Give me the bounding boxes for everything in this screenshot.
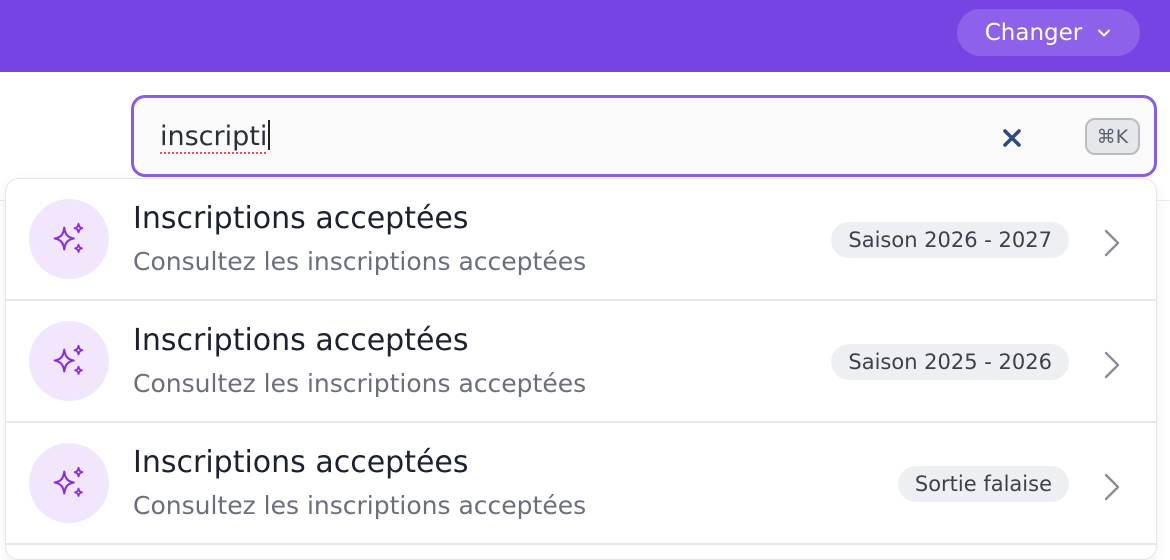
result-title: Inscriptions acceptées	[133, 323, 469, 358]
chevron-down-icon	[1098, 29, 1111, 36]
changer-button-label: Changer	[984, 19, 1083, 46]
close-icon[interactable]	[1000, 126, 1024, 150]
result-icon-circle	[29, 443, 109, 523]
result-item[interactable]: Inscriptions acceptées Consultez les ins…	[6, 179, 1156, 301]
result-subtitle: Consultez les inscriptions acceptées	[133, 491, 587, 520]
chevron-right-icon	[1104, 351, 1120, 379]
text-caret	[268, 120, 271, 150]
result-title: Inscriptions acceptées	[133, 201, 469, 236]
result-subtitle: Consultez les inscriptions acceptées	[133, 247, 587, 276]
result-title: Inscriptions acceptées	[133, 445, 469, 480]
season-badge: Saison 2025 - 2026	[831, 344, 1069, 380]
search-input[interactable]: inscripti	[160, 120, 271, 152]
keyboard-shortcut-badge: ⌘K	[1085, 118, 1140, 155]
chevron-right-icon	[1104, 473, 1120, 501]
search-results-dropdown: Inscriptions acceptées Consultez les ins…	[5, 178, 1157, 560]
event-badge: Sortie falaise	[897, 466, 1069, 502]
result-item[interactable]: Inscriptions acceptées Consultez les ins…	[6, 301, 1156, 423]
result-item[interactable]: Inscriptions acceptées Consultez les ins…	[6, 423, 1156, 545]
search-box[interactable]: inscripti ⌘K	[131, 95, 1157, 177]
sparkles-icon	[53, 466, 84, 497]
changer-button[interactable]: Changer	[957, 9, 1140, 56]
top-bar: Changer	[0, 0, 1170, 72]
sparkles-icon	[53, 344, 84, 375]
chevron-right-icon	[1104, 229, 1120, 257]
search-query: inscripti	[160, 121, 268, 152]
result-subtitle: Consultez les inscriptions acceptées	[133, 369, 587, 398]
sparkles-icon	[53, 222, 84, 253]
season-badge: Saison 2026 - 2027	[831, 222, 1069, 258]
result-icon-circle	[29, 199, 109, 279]
result-icon-circle	[29, 321, 109, 401]
